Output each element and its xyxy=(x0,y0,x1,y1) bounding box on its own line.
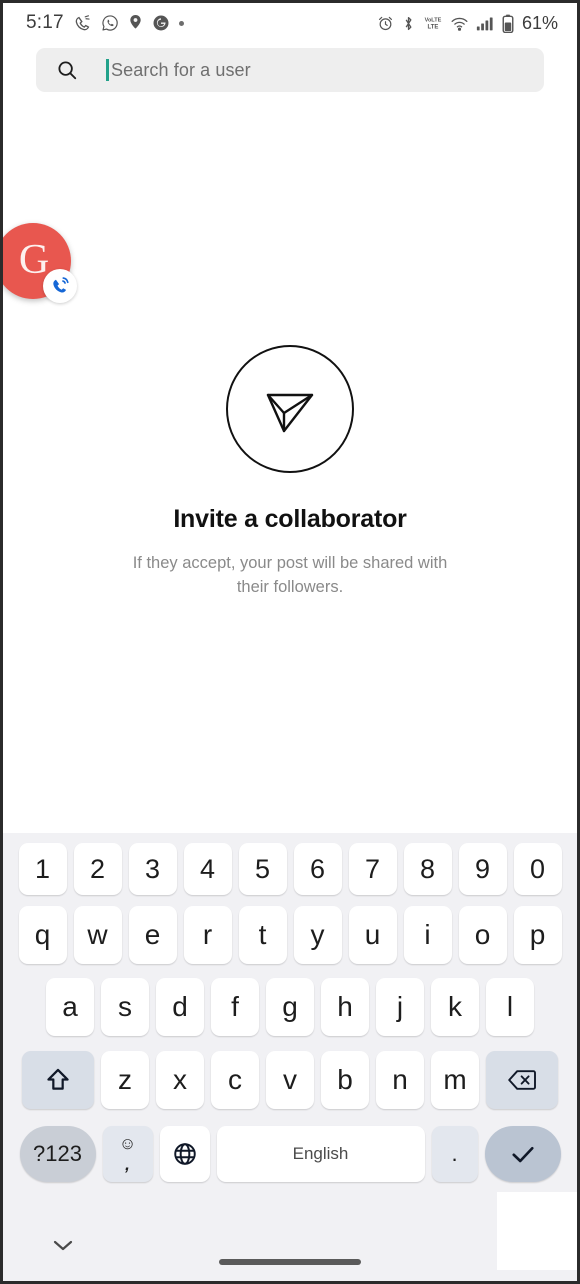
search-bar[interactable]: Search for a user xyxy=(36,48,544,92)
key-k[interactable]: k xyxy=(431,978,479,1036)
key-2[interactable]: 2 xyxy=(73,843,122,895)
call-bubble-letter: G xyxy=(18,237,50,283)
key-b[interactable]: b xyxy=(321,1051,369,1109)
key-7[interactable]: 7 xyxy=(348,843,397,895)
key-9[interactable]: 9 xyxy=(458,843,507,895)
search-icon xyxy=(56,59,78,81)
key-6[interactable]: 6 xyxy=(293,843,342,895)
key-w[interactable]: w xyxy=(73,906,122,964)
volte-icon: VoLTE LTE xyxy=(423,14,443,32)
pin-icon xyxy=(128,14,143,33)
search-bar-container: Search for a user xyxy=(0,48,580,102)
keyboard-number-row: 1 2 3 4 5 6 7 8 9 0 xyxy=(3,833,577,899)
signal-icon xyxy=(476,15,495,32)
key-n[interactable]: n xyxy=(376,1051,424,1109)
empty-state-subtitle: If they accept, your post will be shared… xyxy=(132,554,448,596)
checkmark-icon[interactable] xyxy=(484,1126,561,1182)
backspace-icon[interactable] xyxy=(486,1051,558,1109)
phone-call-icon xyxy=(73,14,92,33)
space-key[interactable]: English xyxy=(216,1126,425,1182)
phone-screen: 5:17 VoLTE LTE 61% Search for a user G I… xyxy=(0,0,580,1284)
wifi-icon xyxy=(450,15,469,32)
status-bar-left: 5:17 xyxy=(26,12,184,34)
key-0[interactable]: 0 xyxy=(513,843,562,895)
floating-call-bubble[interactable]: G xyxy=(0,223,77,303)
key-c[interactable]: c xyxy=(211,1051,259,1109)
text-caret xyxy=(106,59,109,81)
shift-arrow-icon[interactable] xyxy=(22,1051,94,1109)
battery-percent: 61% xyxy=(521,12,558,33)
comma-label: , xyxy=(125,1155,130,1174)
google-icon xyxy=(152,14,170,32)
search-input[interactable]: Search for a user xyxy=(106,59,251,81)
globe-icon[interactable] xyxy=(159,1126,210,1182)
emoji-glyph: ☺ xyxy=(118,1134,137,1153)
key-j[interactable]: j xyxy=(376,978,424,1036)
key-t[interactable]: t xyxy=(238,906,287,964)
whatsapp-icon xyxy=(101,14,119,32)
chevron-down-icon[interactable] xyxy=(47,1233,79,1257)
key-4[interactable]: 4 xyxy=(183,843,232,895)
key-h[interactable]: h xyxy=(321,978,369,1036)
key-p[interactable]: p xyxy=(513,906,562,964)
key-8[interactable]: 8 xyxy=(403,843,452,895)
key-v[interactable]: v xyxy=(266,1051,314,1109)
key-q[interactable]: q xyxy=(18,906,67,964)
keyboard-row-2: a s d f g h j k l xyxy=(3,971,577,1043)
status-bar: 5:17 VoLTE LTE 61% xyxy=(0,0,580,46)
keyboard-row-3: z x c v b n m xyxy=(3,1043,577,1117)
key-r[interactable]: r xyxy=(183,906,232,964)
key-f[interactable]: f xyxy=(211,978,259,1036)
key-l[interactable]: l xyxy=(486,978,534,1036)
dot-icon xyxy=(178,20,184,26)
key-g[interactable]: g xyxy=(266,978,314,1036)
key-x[interactable]: x xyxy=(156,1051,204,1109)
status-time: 5:17 xyxy=(26,12,64,33)
symbols-key[interactable]: ?123 xyxy=(19,1126,96,1182)
frame-edge-left xyxy=(0,0,3,1284)
page-title: Invite a collaborator xyxy=(173,505,407,533)
bluetooth-icon xyxy=(401,15,416,32)
key-3[interactable]: 3 xyxy=(128,843,177,895)
key-e[interactable]: e xyxy=(128,906,177,964)
search-placeholder: Search for a user xyxy=(111,59,251,80)
status-bar-right: VoLTE LTE 61% xyxy=(377,13,558,34)
key-z[interactable]: z xyxy=(101,1051,149,1109)
svg-text:LTE: LTE xyxy=(428,24,439,30)
overlay-artifact xyxy=(497,1192,577,1270)
key-u[interactable]: u xyxy=(348,906,397,964)
navigation-bar xyxy=(3,1207,577,1281)
empty-state: Invite a collaborator If they accept, yo… xyxy=(0,345,580,600)
battery-icon xyxy=(502,14,514,33)
key-m[interactable]: m xyxy=(431,1051,479,1109)
key-s[interactable]: s xyxy=(101,978,149,1036)
frame-edge-top xyxy=(0,0,580,3)
phone-call-icon xyxy=(43,269,77,303)
period-key[interactable]: . xyxy=(431,1126,478,1182)
alarm-icon xyxy=(377,15,394,32)
key-d[interactable]: d xyxy=(156,978,204,1036)
key-i[interactable]: i xyxy=(403,906,452,964)
svg-text:VoLTE: VoLTE xyxy=(425,17,442,23)
send-paper-plane-icon xyxy=(226,345,354,473)
key-a[interactable]: a xyxy=(46,978,94,1036)
key-o[interactable]: o xyxy=(458,906,507,964)
key-1[interactable]: 1 xyxy=(18,843,67,895)
key-y[interactable]: y xyxy=(293,906,342,964)
keyboard-row-4: ?123 ☺ , English . xyxy=(3,1117,577,1189)
keyboard-row-1: q w e r t y u i o p xyxy=(3,899,577,971)
key-5[interactable]: 5 xyxy=(238,843,287,895)
emoji-smiley-icon[interactable]: ☺ , xyxy=(102,1126,153,1182)
home-indicator[interactable] xyxy=(219,1259,361,1265)
